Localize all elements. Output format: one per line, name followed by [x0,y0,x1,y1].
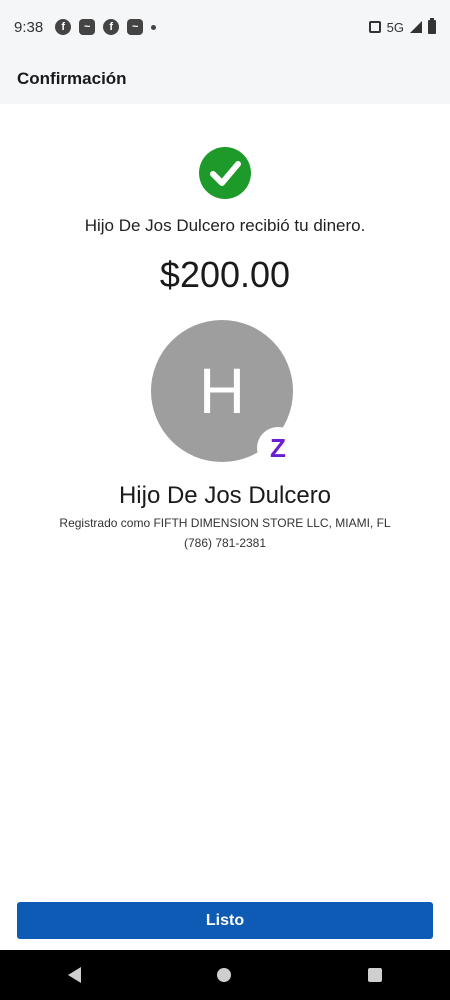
zelle-badge-letter: Z [270,432,286,463]
navigation-bar [0,950,450,1000]
battery-icon [428,18,436,34]
status-bar: 9:38 f ~ f ~ 5G [0,0,450,54]
network-label: 5G [386,19,404,35]
status-right: 5G [368,18,436,35]
registered-as-text: Registrado como FIFTH DIMENSION STORE LL… [59,516,391,530]
back-icon[interactable] [68,967,82,983]
notification-icons: f ~ f ~ [55,19,157,35]
app-header: Confirmación [0,54,450,104]
zelle-logo-icon: Z [257,427,299,469]
home-icon[interactable] [217,968,232,982]
nfc-icon [368,21,381,33]
avatar-initial: H [198,355,246,427]
facebook-icon: f [55,19,72,35]
recipient-phone: (786) 781-2381 [183,536,267,550]
more-notifications-dot-icon [151,24,157,30]
amount: $200.00 [159,254,291,295]
done-button[interactable]: Listo [17,902,433,939]
app-notification-icon: ~ [127,19,144,35]
status-time: 9:38 [14,18,44,36]
facebook-icon: f [103,19,120,35]
success-check-icon [199,147,251,199]
recipient-name: Hijo De Jos Dulcero [118,482,332,509]
app-notification-icon: ~ [79,19,96,35]
page-title: Confirmación [17,69,127,88]
recents-icon[interactable] [367,968,382,982]
confirmation-message: Hijo De Jos Dulcero recibió tu dinero. [84,216,366,235]
signal-icon [410,21,422,33]
